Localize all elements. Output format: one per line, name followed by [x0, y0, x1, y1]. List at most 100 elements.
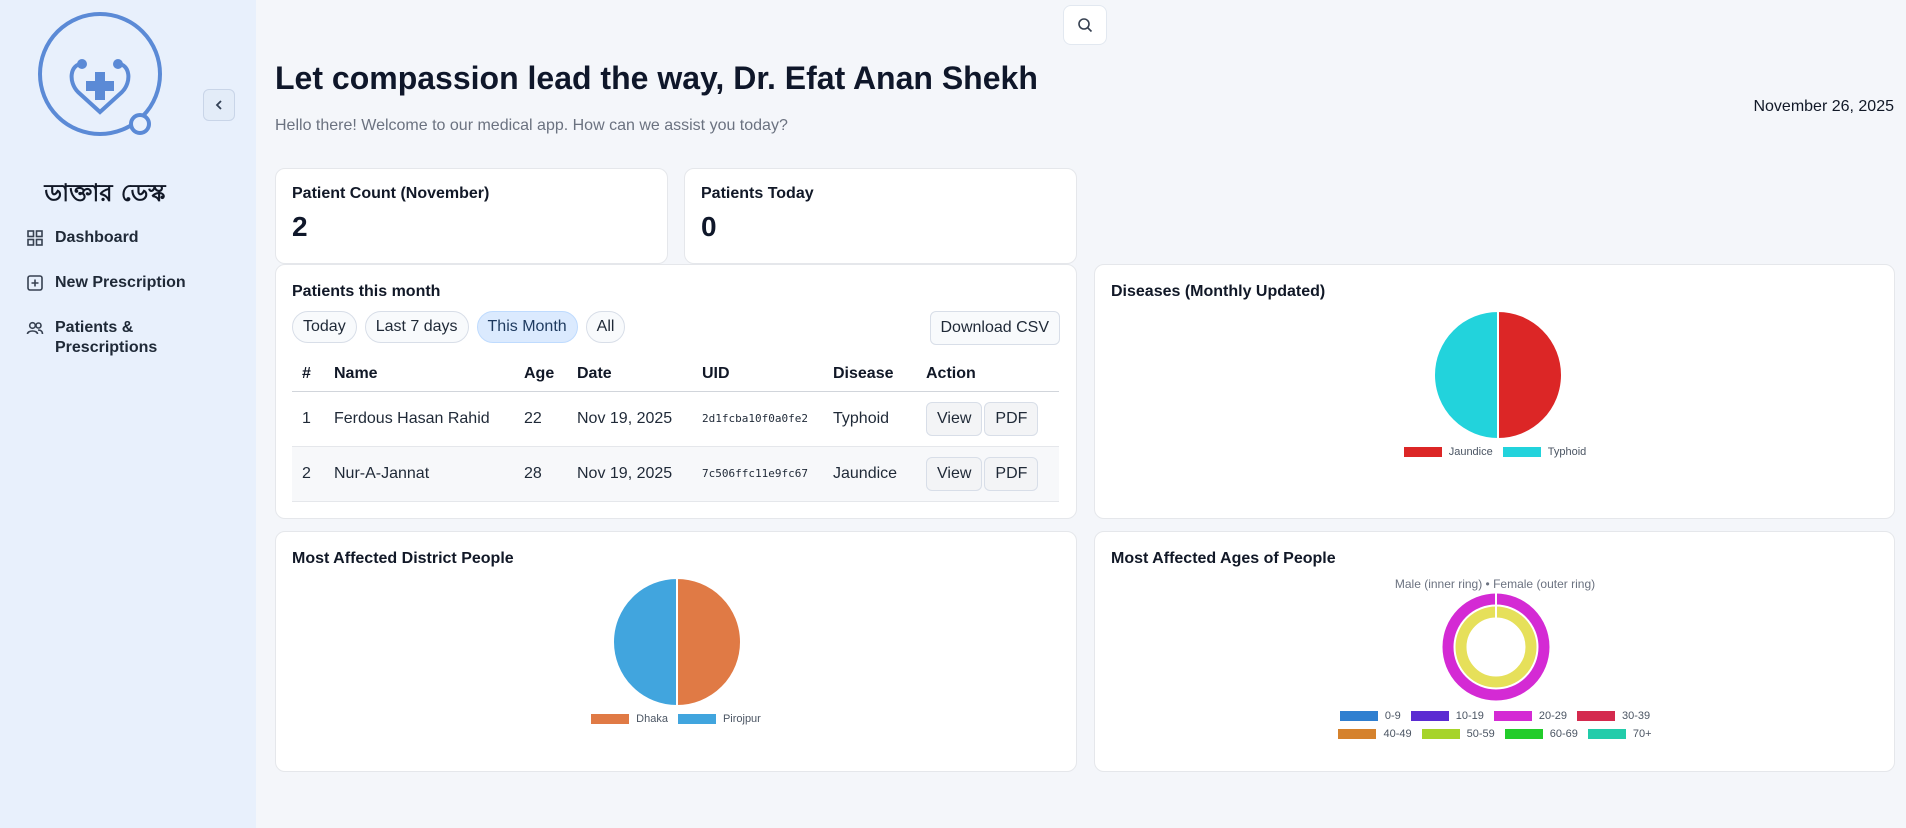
pie-slice-jaundice[interactable] [1497, 310, 1563, 440]
stat-label: Patient Count (November) [292, 185, 490, 202]
legend-label: 40-49 [1383, 728, 1412, 740]
legend-item[interactable]: 50-59 [1421, 728, 1495, 740]
legend-label: 30-39 [1622, 710, 1651, 722]
plus-square-icon [27, 275, 43, 291]
patients-card-title: Patients this month [292, 283, 441, 300]
legend-item[interactable]: Pirojpur [677, 713, 761, 725]
legend-item[interactable]: Typhoid [1502, 446, 1587, 458]
cell-age: 28 [514, 446, 567, 502]
legend-label: 60-69 [1549, 728, 1578, 740]
search-icon [1078, 18, 1093, 33]
diseases-pie-chart [1433, 310, 1563, 440]
legend-swatch [1403, 447, 1442, 457]
chevron-left-icon [215, 100, 222, 110]
cell-name: Nur-A-Jannat [324, 446, 514, 502]
legend-label: 0-9 [1384, 710, 1401, 722]
district-pie-chart [612, 577, 742, 707]
stat-card-patient-count: Patient Count (November) 2 [275, 168, 668, 264]
users-icon [26, 321, 44, 335]
pie-slice-typhoid[interactable] [1433, 310, 1499, 440]
pie-slice-dhaka[interactable] [676, 577, 742, 707]
patients-table: # Name Age Date UID Disease Action 1 Fer… [292, 357, 1059, 502]
view-button[interactable]: View [926, 401, 983, 436]
legend-label: 50-59 [1466, 728, 1495, 740]
column-header: Action [916, 357, 1059, 392]
collapse-sidebar-button[interactable] [203, 89, 235, 121]
table-row: 2 Nur-A-Jannat 28 Nov 19, 2025 7c506ffc1… [292, 446, 1059, 502]
district-chart-card: Most Affected District People Dhaka Piroj… [275, 531, 1077, 772]
stat-card-patients-today: Patients Today 0 [684, 168, 1077, 264]
sidebar-nav: Dashboard New Prescription Patients & Pr… [26, 228, 215, 383]
legend-swatch [1504, 729, 1543, 739]
filter-today[interactable]: Today [292, 311, 357, 343]
legend-swatch [1577, 711, 1616, 721]
column-header: UID [692, 357, 823, 392]
table-header-row: # Name Age Date UID Disease Action [292, 357, 1059, 392]
column-header: Name [324, 357, 514, 392]
legend-item[interactable]: 10-19 [1410, 710, 1484, 722]
view-button[interactable]: View [926, 456, 983, 491]
diseases-chart-card: Diseases (Monthly Updated) Jaundice Typho… [1094, 264, 1895, 519]
chart-title: Most Affected Ages of People [1111, 550, 1336, 567]
download-csv-button[interactable]: Download CSV [929, 311, 1060, 345]
legend-label: Pirojpur [722, 713, 761, 725]
legend-swatch [591, 714, 630, 724]
ages-chart-card: Most Affected Ages of People Male (inner… [1094, 531, 1895, 772]
column-header: # [292, 357, 324, 392]
cell-action: View PDF [916, 391, 1059, 447]
legend-item[interactable]: Dhaka [591, 713, 668, 725]
sidebar-item-label: Patients & Prescriptions [55, 319, 158, 356]
stat-value: 2 [292, 211, 308, 242]
sidebar-item-patients[interactable]: Patients & Prescriptions [26, 318, 215, 358]
ages-donut-chart [1442, 593, 1550, 701]
cell-num: 2 [292, 446, 324, 502]
stat-value: 0 [701, 211, 717, 242]
legend-item[interactable]: 20-29 [1493, 710, 1568, 722]
cell-num: 1 [292, 391, 324, 447]
cell-uid: 2d1fcba10f0a0fe2 [692, 391, 823, 447]
inner-ring-segment-20-29[interactable] [1455, 606, 1537, 688]
legend-item[interactable]: 30-39 [1577, 710, 1650, 722]
cell-date: Nov 19, 2025 [567, 446, 692, 502]
legend-item[interactable]: 60-69 [1504, 728, 1578, 740]
pdf-button[interactable]: PDF [984, 456, 1039, 491]
legend-label: 20-29 [1538, 710, 1568, 722]
sidebar-item-label: New Prescription [55, 274, 186, 291]
pdf-button[interactable]: PDF [984, 401, 1039, 436]
patients-card: Patients this month Today Last 7 days Th… [275, 264, 1077, 519]
legend-label: 10-19 [1455, 710, 1484, 722]
table-row: 1 Ferdous Hasan Rahid 22 Nov 19, 2025 2d… [292, 391, 1059, 447]
legend-item[interactable]: Jaundice [1403, 446, 1493, 458]
legend-item[interactable]: 40-49 [1338, 728, 1412, 740]
pie-slice-pirojpur[interactable] [612, 577, 678, 707]
grid-icon [27, 230, 43, 246]
legend-item[interactable]: 70+ [1587, 728, 1652, 740]
chart-legend: 0-9 10-19 20-29 30-39 40-49 50-59 60-69 70+ [1335, 710, 1655, 740]
legend-swatch [1493, 711, 1532, 721]
chart-legend: Dhaka Pirojpur [276, 713, 1076, 725]
cell-action: View PDF [916, 446, 1059, 502]
legend-item[interactable]: 0-9 [1339, 710, 1401, 722]
stat-label: Patients Today [701, 185, 814, 202]
filter-last-7-days[interactable]: Last 7 days [364, 311, 469, 343]
brand-name: ডাক্তার ডেস্ক [44, 179, 166, 207]
cell-name: Ferdous Hasan Rahid [324, 391, 514, 447]
filter-all[interactable]: All [585, 311, 626, 343]
legend-label: Typhoid [1547, 446, 1587, 458]
legend-swatch [1502, 447, 1541, 457]
sidebar-item-dashboard[interactable]: Dashboard [26, 228, 215, 248]
cell-date: Nov 19, 2025 [567, 391, 692, 447]
cell-disease: Jaundice [823, 446, 916, 502]
filter-bar: Today Last 7 days This Month All [292, 311, 626, 343]
legend-swatch [1338, 729, 1377, 739]
filter-this-month[interactable]: This Month [476, 311, 578, 343]
search-button[interactable] [1063, 5, 1107, 45]
cell-age: 22 [514, 391, 567, 447]
legend-swatch [1339, 711, 1378, 721]
sidebar-item-new-prescription[interactable]: New Prescription [26, 273, 215, 293]
sidebar-item-label: Dashboard [55, 229, 139, 246]
legend-swatch [677, 714, 716, 724]
page-subtitle: Hello there! Welcome to our medical app.… [275, 117, 788, 134]
chart-title: Diseases (Monthly Updated) [1111, 283, 1326, 300]
chart-legend: Jaundice Typhoid [1095, 446, 1895, 458]
